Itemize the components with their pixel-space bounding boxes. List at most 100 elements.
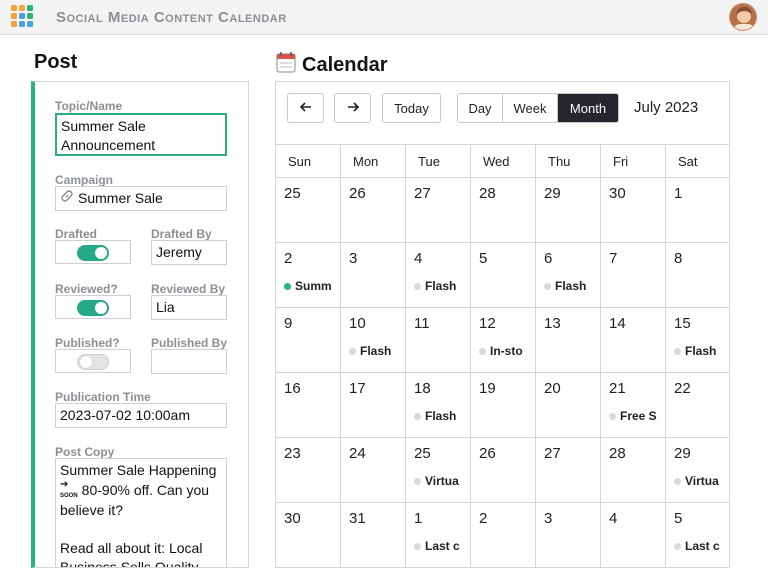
reviewed-label: Reviewed? xyxy=(55,282,118,296)
day-cell[interactable]: 3 xyxy=(536,503,601,567)
day-cell[interactable]: 26 xyxy=(341,178,406,243)
reviewed-by-field[interactable]: Lia xyxy=(151,295,227,320)
calendar-event[interactable]: Last c xyxy=(674,539,729,553)
day-number: 29 xyxy=(544,185,561,202)
day-cell[interactable]: 22 xyxy=(666,373,729,438)
arrow-right-icon xyxy=(346,100,360,117)
published-label: Published? xyxy=(55,336,120,350)
view-day-button[interactable]: Day xyxy=(458,94,503,122)
calendar-event[interactable]: Flash xyxy=(349,344,405,358)
day-cell[interactable]: 2 Summ xyxy=(276,243,341,308)
day-number: 1 xyxy=(674,185,683,202)
calendar-event[interactable]: Summ xyxy=(284,279,340,293)
calendar-event[interactable]: Free S xyxy=(609,409,665,423)
day-cell[interactable]: 17 xyxy=(341,373,406,438)
day-cell[interactable]: 9 xyxy=(276,308,341,373)
drafted-by-field[interactable]: Jeremy xyxy=(151,240,227,265)
day-cell[interactable]: 20 xyxy=(536,373,601,438)
day-cell[interactable]: 27 xyxy=(406,178,471,243)
day-cell[interactable]: 30 xyxy=(601,178,666,243)
day-number: 30 xyxy=(609,185,626,202)
prev-button[interactable] xyxy=(287,93,324,123)
post-copy-textarea[interactable]: Summer Sale Happening ➔ SOON 80-90% off. … xyxy=(55,458,227,567)
day-cell[interactable]: 8 xyxy=(666,243,729,308)
day-cell[interactable]: 11 xyxy=(406,308,471,373)
event-status-dot-icon xyxy=(674,347,681,355)
calendar-event[interactable]: Flash xyxy=(674,344,729,358)
day-number: 4 xyxy=(609,510,618,527)
calendar-panel: Today Day Week Month July 2023 Sun Mon T… xyxy=(275,81,730,568)
day-cell[interactable]: 5 Last c xyxy=(666,503,729,567)
day-number: 22 xyxy=(674,380,691,397)
event-status-dot-icon xyxy=(674,477,681,485)
event-status-dot-icon xyxy=(609,412,616,420)
calendar-event[interactable]: Flash xyxy=(544,279,600,293)
calendar-event[interactable]: Last c xyxy=(414,539,470,553)
day-number: 11 xyxy=(414,315,430,332)
publication-time-field[interactable]: 2023-07-02 10:00am xyxy=(55,403,227,428)
publication-time-label: Publication Time xyxy=(55,390,151,404)
day-number: 20 xyxy=(544,380,561,397)
next-button[interactable] xyxy=(334,93,371,123)
day-cell[interactable]: 24 xyxy=(341,438,406,503)
day-cell[interactable]: 15 Flash xyxy=(666,308,729,373)
event-title: Free S xyxy=(620,409,657,423)
view-month-button[interactable]: Month xyxy=(558,94,618,122)
drafted-toggle[interactable] xyxy=(77,245,109,261)
day-number: 26 xyxy=(479,445,496,462)
view-week-button[interactable]: Week xyxy=(503,94,558,122)
day-cell[interactable]: 27 xyxy=(536,438,601,503)
day-cell[interactable]: 4 xyxy=(601,503,666,567)
day-cell[interactable]: 3 xyxy=(341,243,406,308)
day-cell[interactable]: 5 xyxy=(471,243,536,308)
day-cell[interactable]: 19 xyxy=(471,373,536,438)
day-cell[interactable]: 7 xyxy=(601,243,666,308)
day-cell[interactable]: 28 xyxy=(601,438,666,503)
calendar-event[interactable]: In-sto xyxy=(479,344,535,358)
day-cell[interactable]: 1 Last c xyxy=(406,503,471,567)
day-cell[interactable]: 14 xyxy=(601,308,666,373)
day-cell[interactable]: 21 Free S xyxy=(601,373,666,438)
day-cell[interactable]: 29 xyxy=(536,178,601,243)
day-cell[interactable]: 10 Flash xyxy=(341,308,406,373)
app-header: Social Media Content Calendar xyxy=(0,0,768,35)
day-number: 10 xyxy=(349,315,366,332)
day-cell[interactable]: 30 xyxy=(276,503,341,567)
day-number: 25 xyxy=(414,445,431,462)
published-by-label: Published By xyxy=(151,336,228,350)
published-toggle[interactable] xyxy=(77,354,109,370)
today-button[interactable]: Today xyxy=(382,93,441,123)
day-cell[interactable]: 6 Flash xyxy=(536,243,601,308)
day-cell[interactable]: 25 xyxy=(276,178,341,243)
calendar-event[interactable]: Virtua xyxy=(674,474,729,488)
calendar-event[interactable]: Flash xyxy=(414,279,470,293)
event-status-dot-icon xyxy=(414,282,421,290)
day-cell[interactable]: 25 Virtua xyxy=(406,438,471,503)
day-cell[interactable]: 1 xyxy=(666,178,729,243)
calendar-event[interactable]: Virtua xyxy=(414,474,470,488)
day-cell[interactable]: 23 xyxy=(276,438,341,503)
day-cell[interactable]: 13 xyxy=(536,308,601,373)
day-number: 6 xyxy=(544,250,553,267)
day-number: 13 xyxy=(544,315,561,332)
calendar-event[interactable]: Flash xyxy=(414,409,470,423)
calendar-icon xyxy=(276,51,296,79)
day-cell[interactable]: 18 Flash xyxy=(406,373,471,438)
day-cell[interactable]: 2 xyxy=(471,503,536,567)
event-status-dot-icon xyxy=(284,282,291,290)
user-avatar[interactable] xyxy=(729,3,757,31)
day-cell[interactable]: 31 xyxy=(341,503,406,567)
day-cell[interactable]: 26 xyxy=(471,438,536,503)
day-cell[interactable]: 4 Flash xyxy=(406,243,471,308)
reviewed-toggle[interactable] xyxy=(77,300,109,316)
published-by-field[interactable] xyxy=(151,349,227,374)
campaign-field[interactable]: Summer Sale xyxy=(55,186,227,211)
day-cell[interactable]: 28 xyxy=(471,178,536,243)
day-number: 30 xyxy=(284,510,301,527)
day-cell[interactable]: 12 In-sto xyxy=(471,308,536,373)
day-cell[interactable]: 16 xyxy=(276,373,341,438)
day-cell[interactable]: 29 Virtua xyxy=(666,438,729,503)
weekday-header: Sun xyxy=(276,145,341,178)
post-copy-line: 80-90% off. Can you xyxy=(81,482,210,498)
topic-input[interactable]: Summer Sale Announcement xyxy=(55,113,227,156)
